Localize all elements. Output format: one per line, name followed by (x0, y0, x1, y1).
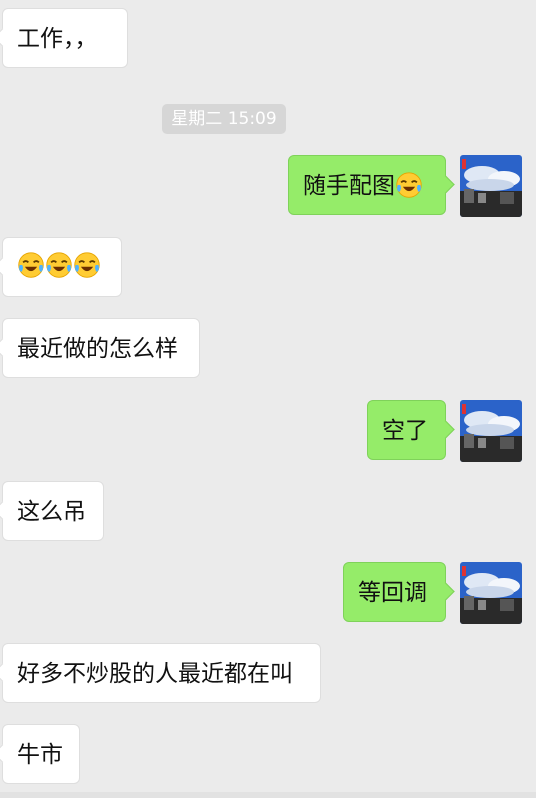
message-bubble[interactable]: 等回调 (343, 562, 446, 622)
avatar[interactable] (460, 400, 522, 462)
message-bubble[interactable] (2, 237, 122, 297)
message-text: 工作，， (17, 26, 98, 52)
message-bubble[interactable]: 这么吊 (2, 481, 104, 541)
avatar-image (460, 155, 522, 217)
avatar-image (460, 400, 522, 462)
message-text: 最近做的怎么样 (17, 336, 178, 362)
avatar-image (460, 562, 522, 624)
bottom-divider (0, 792, 536, 798)
message-bubble[interactable]: 空了 (367, 400, 446, 460)
message-bubble[interactable]: 工作，， (2, 8, 128, 68)
message-bubble[interactable]: 好多不炒股的人最近都在叫 (2, 643, 321, 703)
chat-view[interactable]: 工作，， 星期二 15:09 随手配图 最近做的怎么样 空了 这么吊 等回调 好… (0, 0, 536, 798)
timestamp: 星期二 15:09 (162, 104, 286, 134)
laughing-crying-emoji-icon (396, 171, 422, 198)
message-text: 随手配图 (303, 173, 395, 199)
avatar[interactable] (460, 155, 522, 217)
message-bubble[interactable]: 最近做的怎么样 (2, 318, 200, 378)
laughing-crying-emoji-icon (74, 251, 100, 278)
laughing-crying-emoji-icon (46, 251, 72, 278)
message-text: 空了 (382, 418, 428, 444)
laughing-crying-emoji-icon (18, 251, 44, 278)
message-bubble[interactable]: 随手配图 (288, 155, 446, 215)
message-text: 好多不炒股的人最近都在叫 (17, 661, 293, 687)
message-text: 这么吊 (17, 499, 86, 525)
message-text: 牛市 (17, 742, 63, 768)
message-bubble[interactable]: 牛市 (2, 724, 80, 784)
message-text: 等回调 (358, 580, 427, 606)
avatar[interactable] (460, 562, 522, 624)
